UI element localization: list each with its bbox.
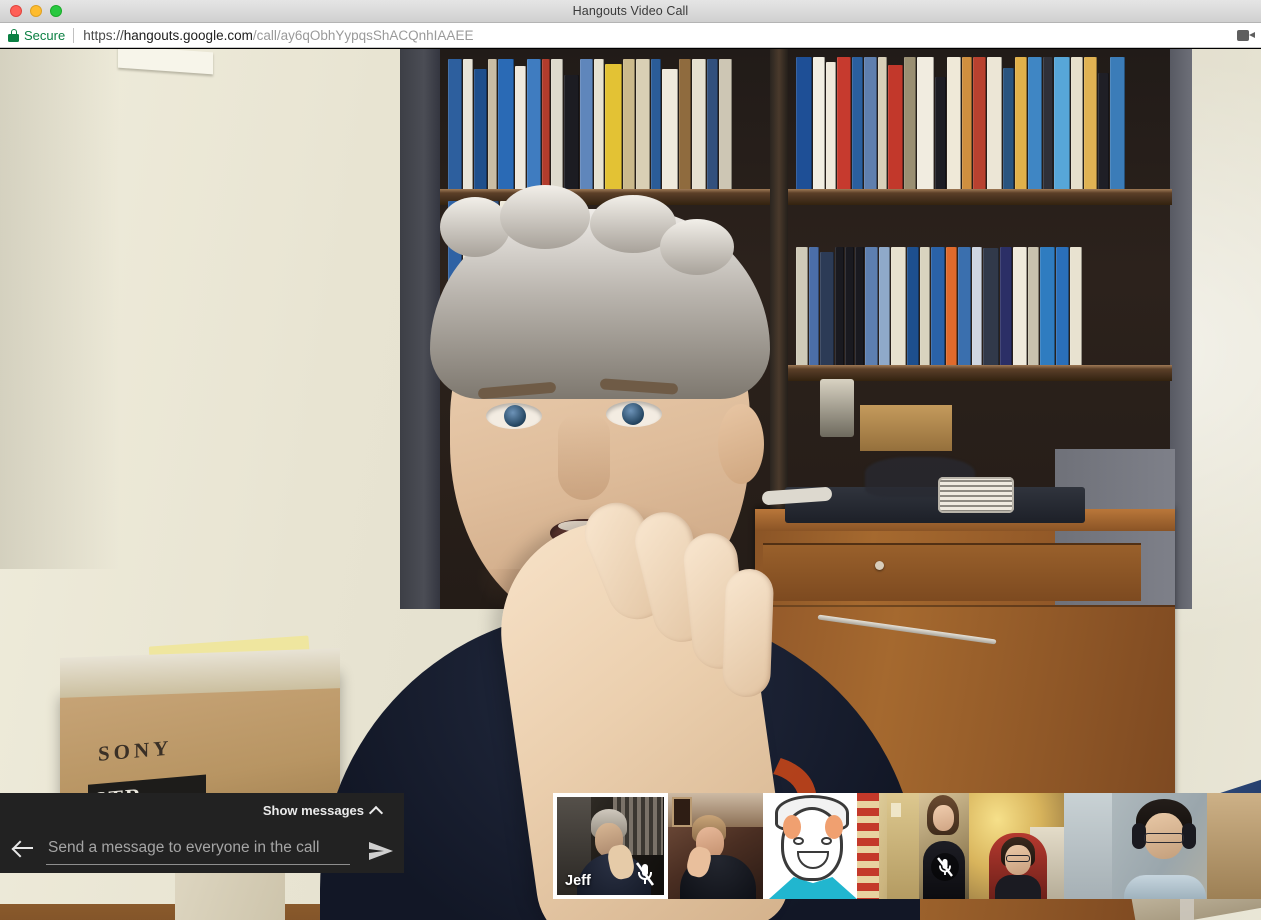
address-bar-divider <box>73 27 75 43</box>
chevron-up-icon <box>371 805 382 816</box>
show-messages-label: Show messages <box>262 803 364 818</box>
window-titlebar: Hangouts Video Call <box>0 0 1261 23</box>
participant-thumbnail-7[interactable] <box>1064 793 1261 899</box>
participant-thumbnail-avatar[interactable] <box>763 793 857 899</box>
back-arrow-icon[interactable] <box>0 827 46 873</box>
vented-device <box>938 477 1014 513</box>
send-icon[interactable] <box>360 827 404 873</box>
participant-thumbnail-5[interactable] <box>919 793 969 899</box>
book-row <box>448 59 766 189</box>
camera-icon[interactable] <box>1237 29 1255 42</box>
participant-thumbnail-4[interactable] <box>857 793 919 899</box>
participant-filmstrip: Jeff <box>553 793 1261 899</box>
security-status-label: Secure <box>24 27 66 43</box>
mic-muted-icon <box>634 861 656 887</box>
participant-name: Jeff <box>565 873 591 889</box>
url-path: /call/ay6qObhYypqsShACQnhIAAEE <box>252 27 474 43</box>
speaker-ear <box>718 404 764 484</box>
url-text[interactable]: https://hangouts.google.com/call/ay6qObh… <box>83 28 1231 43</box>
chat-panel: Show messages <box>0 793 404 873</box>
url-scheme: https:// <box>83 27 124 43</box>
participant-thumbnail-6[interactable] <box>969 793 1064 899</box>
mic-muted-icon <box>931 853 959 881</box>
url-host: hangouts.google.com <box>123 27 253 43</box>
browser-window: Hangouts Video Call Secure https://hango… <box>0 0 1261 920</box>
participant-thumbnail-2[interactable] <box>668 793 763 899</box>
message-input[interactable] <box>46 835 350 865</box>
window-title: Hangouts Video Call <box>572 4 689 18</box>
participant-thumbnail-jeff[interactable]: Jeff <box>553 793 668 899</box>
lock-icon <box>8 28 19 42</box>
book-row <box>796 57 1164 189</box>
wall-shadow <box>0 49 120 569</box>
speaker-nose <box>558 414 610 500</box>
video-call-stage: SONY STR <box>0 49 1261 920</box>
show-messages-button[interactable]: Show messages <box>263 803 382 818</box>
address-bar[interactable]: Secure https://hangouts.google.com/call/… <box>0 23 1261 48</box>
chat-input-row <box>0 827 404 873</box>
